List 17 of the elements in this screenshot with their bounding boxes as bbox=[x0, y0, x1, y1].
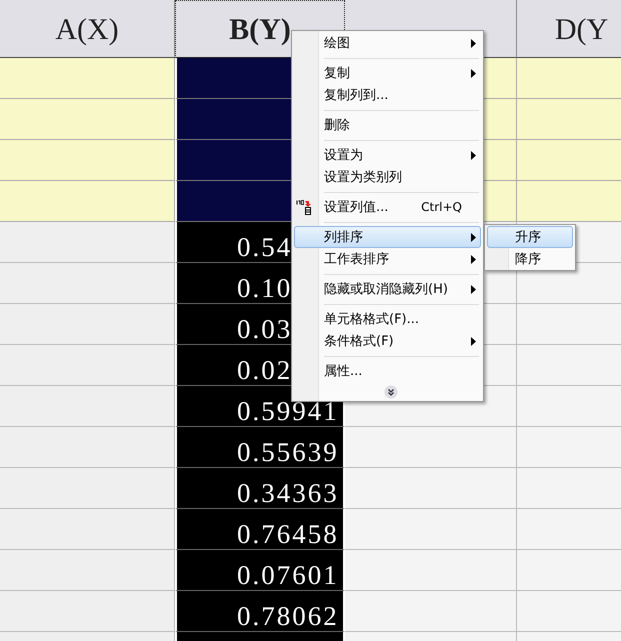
column-header[interactable]: D(Y bbox=[517, 0, 621, 58]
menu-item[interactable]: 复制 bbox=[294, 62, 481, 84]
table-cell: 0.34363 bbox=[175, 468, 345, 509]
table-cell: 0.76458 bbox=[175, 509, 345, 550]
expand-chevron-icon[interactable] bbox=[384, 385, 398, 399]
column-header[interactable]: A(X) bbox=[0, 0, 175, 58]
menu-item[interactable]: 列排序 bbox=[294, 226, 481, 248]
menu-item[interactable]: 设置列值... Ctrl+Q bbox=[294, 196, 481, 218]
table-cell: 0.78062 bbox=[175, 591, 345, 632]
table-cell: 0.07601 bbox=[175, 550, 345, 591]
menu-item[interactable]: 设置为 bbox=[294, 144, 481, 166]
menu-item[interactable]: 升序 bbox=[487, 226, 573, 248]
menu-item[interactable]: 删除 bbox=[294, 114, 481, 136]
menu-item[interactable]: 复制列到... bbox=[294, 84, 481, 106]
menu-item[interactable]: 降序 bbox=[487, 248, 573, 270]
table-cell: 0.55639 bbox=[175, 427, 345, 468]
menu-item[interactable]: 设置为类别列 bbox=[294, 166, 481, 188]
